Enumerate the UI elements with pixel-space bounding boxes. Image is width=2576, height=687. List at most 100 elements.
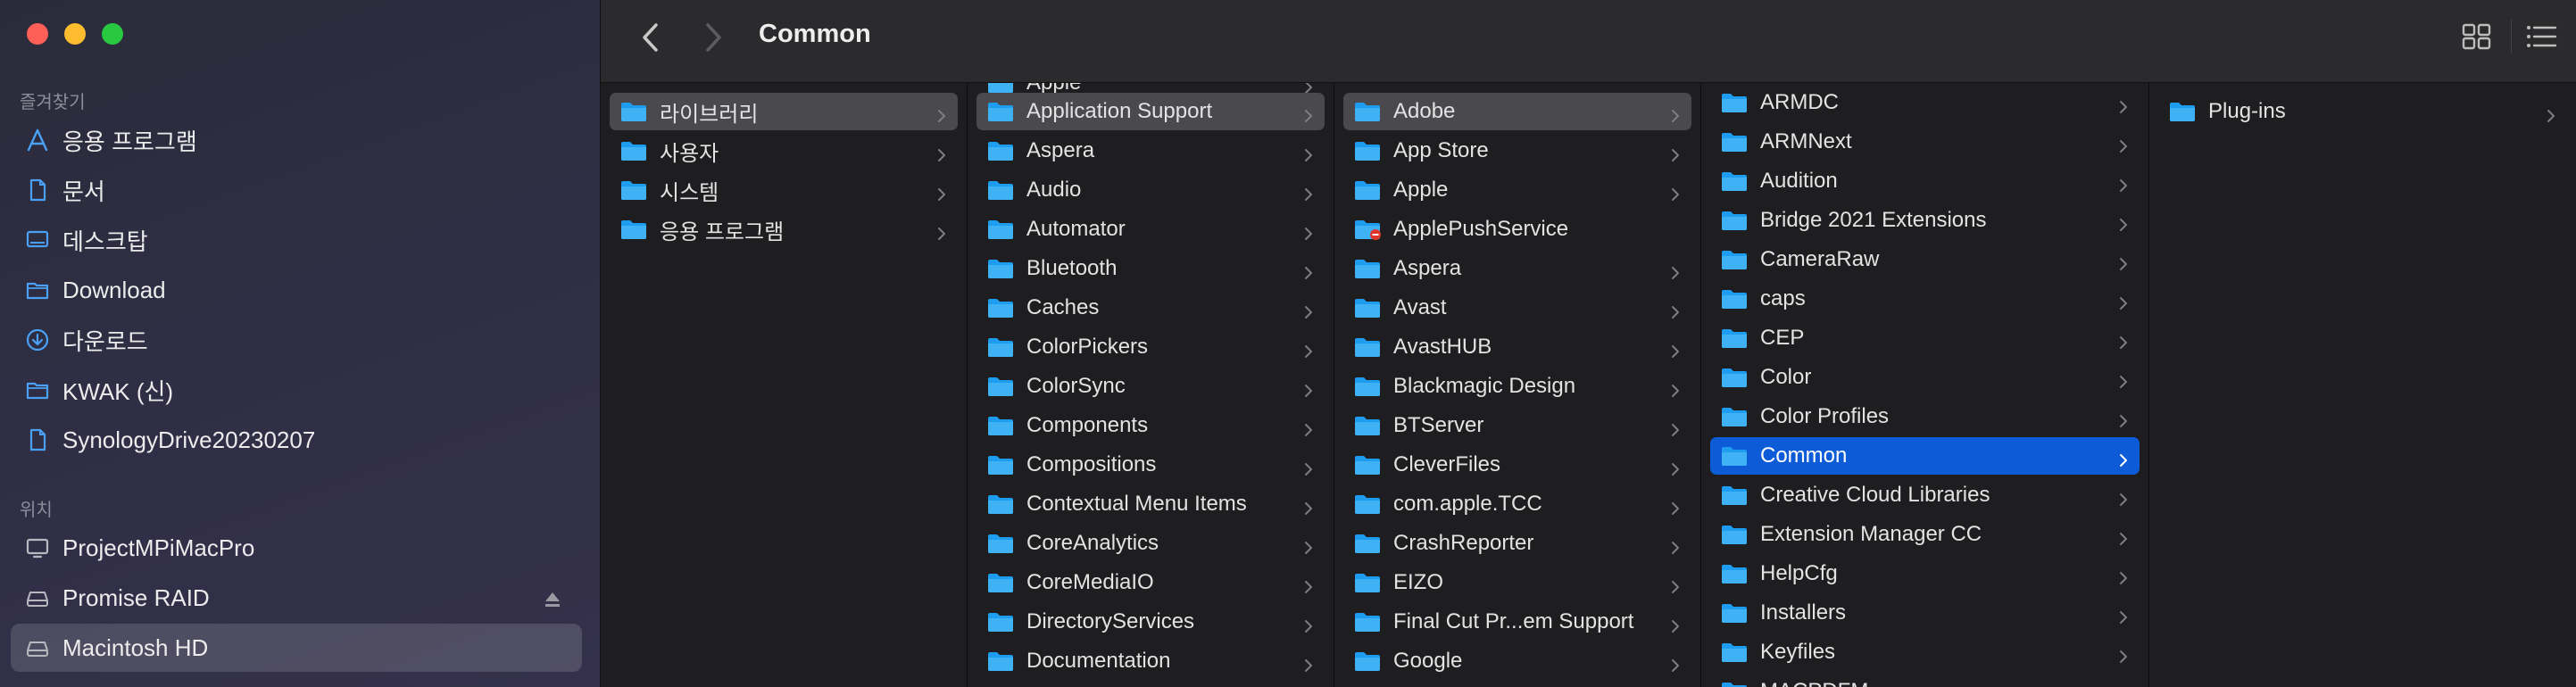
list-item-label: Google bbox=[1393, 649, 1463, 673]
folder-icon bbox=[1721, 641, 1748, 663]
list-item-macpdfm[interactable]: MACPDFM bbox=[1710, 673, 2140, 687]
list-item-colorsync[interactable]: ColorSync bbox=[976, 368, 1325, 405]
list-item-bridge-2021-extensions[interactable]: Bridge 2021 Extensions bbox=[1710, 202, 2140, 239]
list-item-aspera[interactable]: Aspera bbox=[1343, 250, 1691, 287]
sidebar-item-promise-raid[interactable]: Promise RAID bbox=[11, 574, 582, 622]
list-item-avasthub[interactable]: AvastHUB bbox=[1343, 328, 1691, 366]
sidebar-item-macintosh-hd[interactable]: Macintosh HD bbox=[11, 624, 582, 672]
sidebar-item-download[interactable]: Download bbox=[11, 266, 582, 314]
list-item-label: CoreAnalytics bbox=[1026, 531, 1159, 555]
chevron-right-icon bbox=[2116, 331, 2131, 349]
sidebar-item-데스크탑[interactable]: 데스크탑 bbox=[11, 216, 582, 264]
list-item-사용자[interactable]: 사용자 bbox=[610, 132, 958, 170]
list-item-helpcfg[interactable]: HelpCfg bbox=[1710, 555, 2140, 592]
list-item-color-profiles[interactable]: Color Profiles bbox=[1710, 398, 2140, 435]
list-item-installers[interactable]: Installers bbox=[1710, 594, 2140, 632]
list-item-coremediaio[interactable]: CoreMediaIO bbox=[976, 564, 1325, 601]
list-item-cep[interactable]: CEP bbox=[1710, 319, 2140, 357]
list-item-시스템[interactable]: 시스템 bbox=[610, 171, 958, 209]
chevron-right-icon bbox=[1668, 104, 1683, 122]
back-button[interactable] bbox=[633, 20, 669, 55]
list-item-armnext[interactable]: ARMNext bbox=[1710, 123, 2140, 161]
folder-icon bbox=[987, 336, 1014, 358]
list-item-audio[interactable]: Audio bbox=[976, 171, 1325, 209]
list-item-crashreporter[interactable]: CrashReporter bbox=[1343, 525, 1691, 562]
list-item-cameraraw[interactable]: CameraRaw bbox=[1710, 241, 2140, 278]
list-item-label: 라이브러리 bbox=[660, 102, 759, 127]
list-item-응용-프로그램[interactable]: 응용 프로그램 bbox=[610, 211, 958, 248]
list-item-cleverfiles[interactable]: CleverFiles bbox=[1343, 446, 1691, 484]
list-item-adobe[interactable]: Adobe bbox=[1343, 93, 1691, 130]
list-item-colorpickers[interactable]: ColorPickers bbox=[976, 328, 1325, 366]
zoom-window-button[interactable] bbox=[102, 23, 123, 45]
list-item-documentation[interactable]: Documentation bbox=[976, 642, 1325, 680]
folder-icon bbox=[987, 376, 1014, 397]
grid-view-icon[interactable] bbox=[2460, 20, 2494, 54]
chevron-right-icon bbox=[1301, 301, 1316, 319]
list-item-automator[interactable]: Automator bbox=[976, 211, 1325, 248]
chevron-right-icon bbox=[2116, 292, 2131, 310]
list-item-caps[interactable]: caps bbox=[1710, 280, 2140, 318]
sidebar-item-응용-프로그램[interactable]: 응용 프로그램 bbox=[11, 116, 582, 164]
list-item-label: com.apple.TCC bbox=[1393, 492, 1542, 516]
list-item-label: Keyfiles bbox=[1760, 640, 1836, 664]
chevron-right-icon bbox=[1301, 418, 1316, 436]
list-item-extension-manager-cc[interactable]: Extension Manager CC bbox=[1710, 516, 2140, 553]
list-item-label: CameraRaw bbox=[1760, 247, 1880, 271]
chevron-right-icon bbox=[1301, 497, 1316, 515]
list-item-btserver[interactable]: BTServer bbox=[1343, 407, 1691, 444]
chevron-right-icon bbox=[1301, 536, 1316, 554]
sidebar-item-다운로드[interactable]: 다운로드 bbox=[11, 316, 582, 364]
list-item-app-store[interactable]: App Store bbox=[1343, 132, 1691, 170]
list-item-applepushservice[interactable]: ApplePushService bbox=[1343, 211, 1691, 248]
sidebar-item-projectmpimacpro[interactable]: ProjectMPiMacPro bbox=[11, 524, 582, 572]
chevron-right-icon bbox=[2116, 213, 2131, 231]
list-item-components[interactable]: Components bbox=[976, 407, 1325, 444]
folder-icon bbox=[1721, 484, 1748, 506]
list-item-com-apple-tcc[interactable]: com.apple.TCC bbox=[1343, 485, 1691, 523]
list-item-color[interactable]: Color bbox=[1710, 359, 2140, 396]
list-item-compositions[interactable]: Compositions bbox=[976, 446, 1325, 484]
list-item-final-cut-pr-em-support[interactable]: Final Cut Pr...em Support bbox=[1343, 603, 1691, 641]
list-item-audition[interactable]: Audition bbox=[1710, 162, 2140, 200]
list-item-plug-ins[interactable]: Plug-ins bbox=[2158, 93, 2567, 130]
list-item-bluetooth[interactable]: Bluetooth bbox=[976, 250, 1325, 287]
list-item-directoryservices[interactable]: DirectoryServices bbox=[976, 603, 1325, 641]
list-item-apple[interactable]: Apple bbox=[1343, 171, 1691, 209]
eject-icon[interactable] bbox=[543, 588, 562, 608]
folder-icon bbox=[987, 258, 1014, 279]
sidebar-item-kwak-신-[interactable]: KWAK (신) bbox=[11, 366, 582, 414]
list-item-caches[interactable]: Caches bbox=[976, 289, 1325, 327]
list-item-label: EIZO bbox=[1393, 570, 1444, 594]
sidebar-item-synologydrive20230207[interactable]: SynologyDrive20230207 bbox=[11, 416, 582, 464]
chevron-right-icon bbox=[2544, 104, 2558, 122]
list-item-keyfiles[interactable]: Keyfiles bbox=[1710, 633, 2140, 671]
list-item-eizo[interactable]: EIZO bbox=[1343, 564, 1691, 601]
list-item-coreanalytics[interactable]: CoreAnalytics bbox=[976, 525, 1325, 562]
list-item-aspera[interactable]: Aspera bbox=[976, 132, 1325, 170]
list-item-google[interactable]: Google bbox=[1343, 642, 1691, 680]
folder-icon bbox=[1721, 170, 1748, 192]
chevron-right-icon bbox=[1301, 104, 1316, 122]
close-window-button[interactable] bbox=[27, 23, 48, 45]
list-item-라이브러리[interactable]: 라이브러리 bbox=[610, 93, 958, 130]
list-item-contextual-menu-items[interactable]: Contextual Menu Items bbox=[976, 485, 1325, 523]
list-view-icon[interactable] bbox=[2524, 20, 2558, 54]
folder-icon bbox=[1721, 288, 1748, 310]
folder-icon bbox=[1354, 376, 1381, 397]
list-item-creative-cloud-libraries[interactable]: Creative Cloud Libraries bbox=[1710, 476, 2140, 514]
list-item-label: Application Support bbox=[1026, 99, 1213, 123]
list-item-label: CrashReporter bbox=[1393, 531, 1534, 555]
chevron-right-icon bbox=[1668, 261, 1683, 279]
toolbar-separator bbox=[2511, 20, 2512, 54]
list-item-blackmagic-design[interactable]: Blackmagic Design bbox=[1343, 368, 1691, 405]
list-item-application-support[interactable]: Application Support bbox=[976, 93, 1325, 130]
forward-button[interactable] bbox=[695, 20, 731, 55]
sidebar-item-문서[interactable]: 문서 bbox=[11, 166, 582, 214]
list-item-armdc[interactable]: ARMDC bbox=[1710, 84, 2140, 121]
minimize-window-button[interactable] bbox=[64, 23, 86, 45]
list-item-avast[interactable]: Avast bbox=[1343, 289, 1691, 327]
chevron-right-icon bbox=[1668, 575, 1683, 593]
list-item-common[interactable]: Common bbox=[1710, 437, 2140, 475]
chevron-right-icon bbox=[1301, 144, 1316, 161]
